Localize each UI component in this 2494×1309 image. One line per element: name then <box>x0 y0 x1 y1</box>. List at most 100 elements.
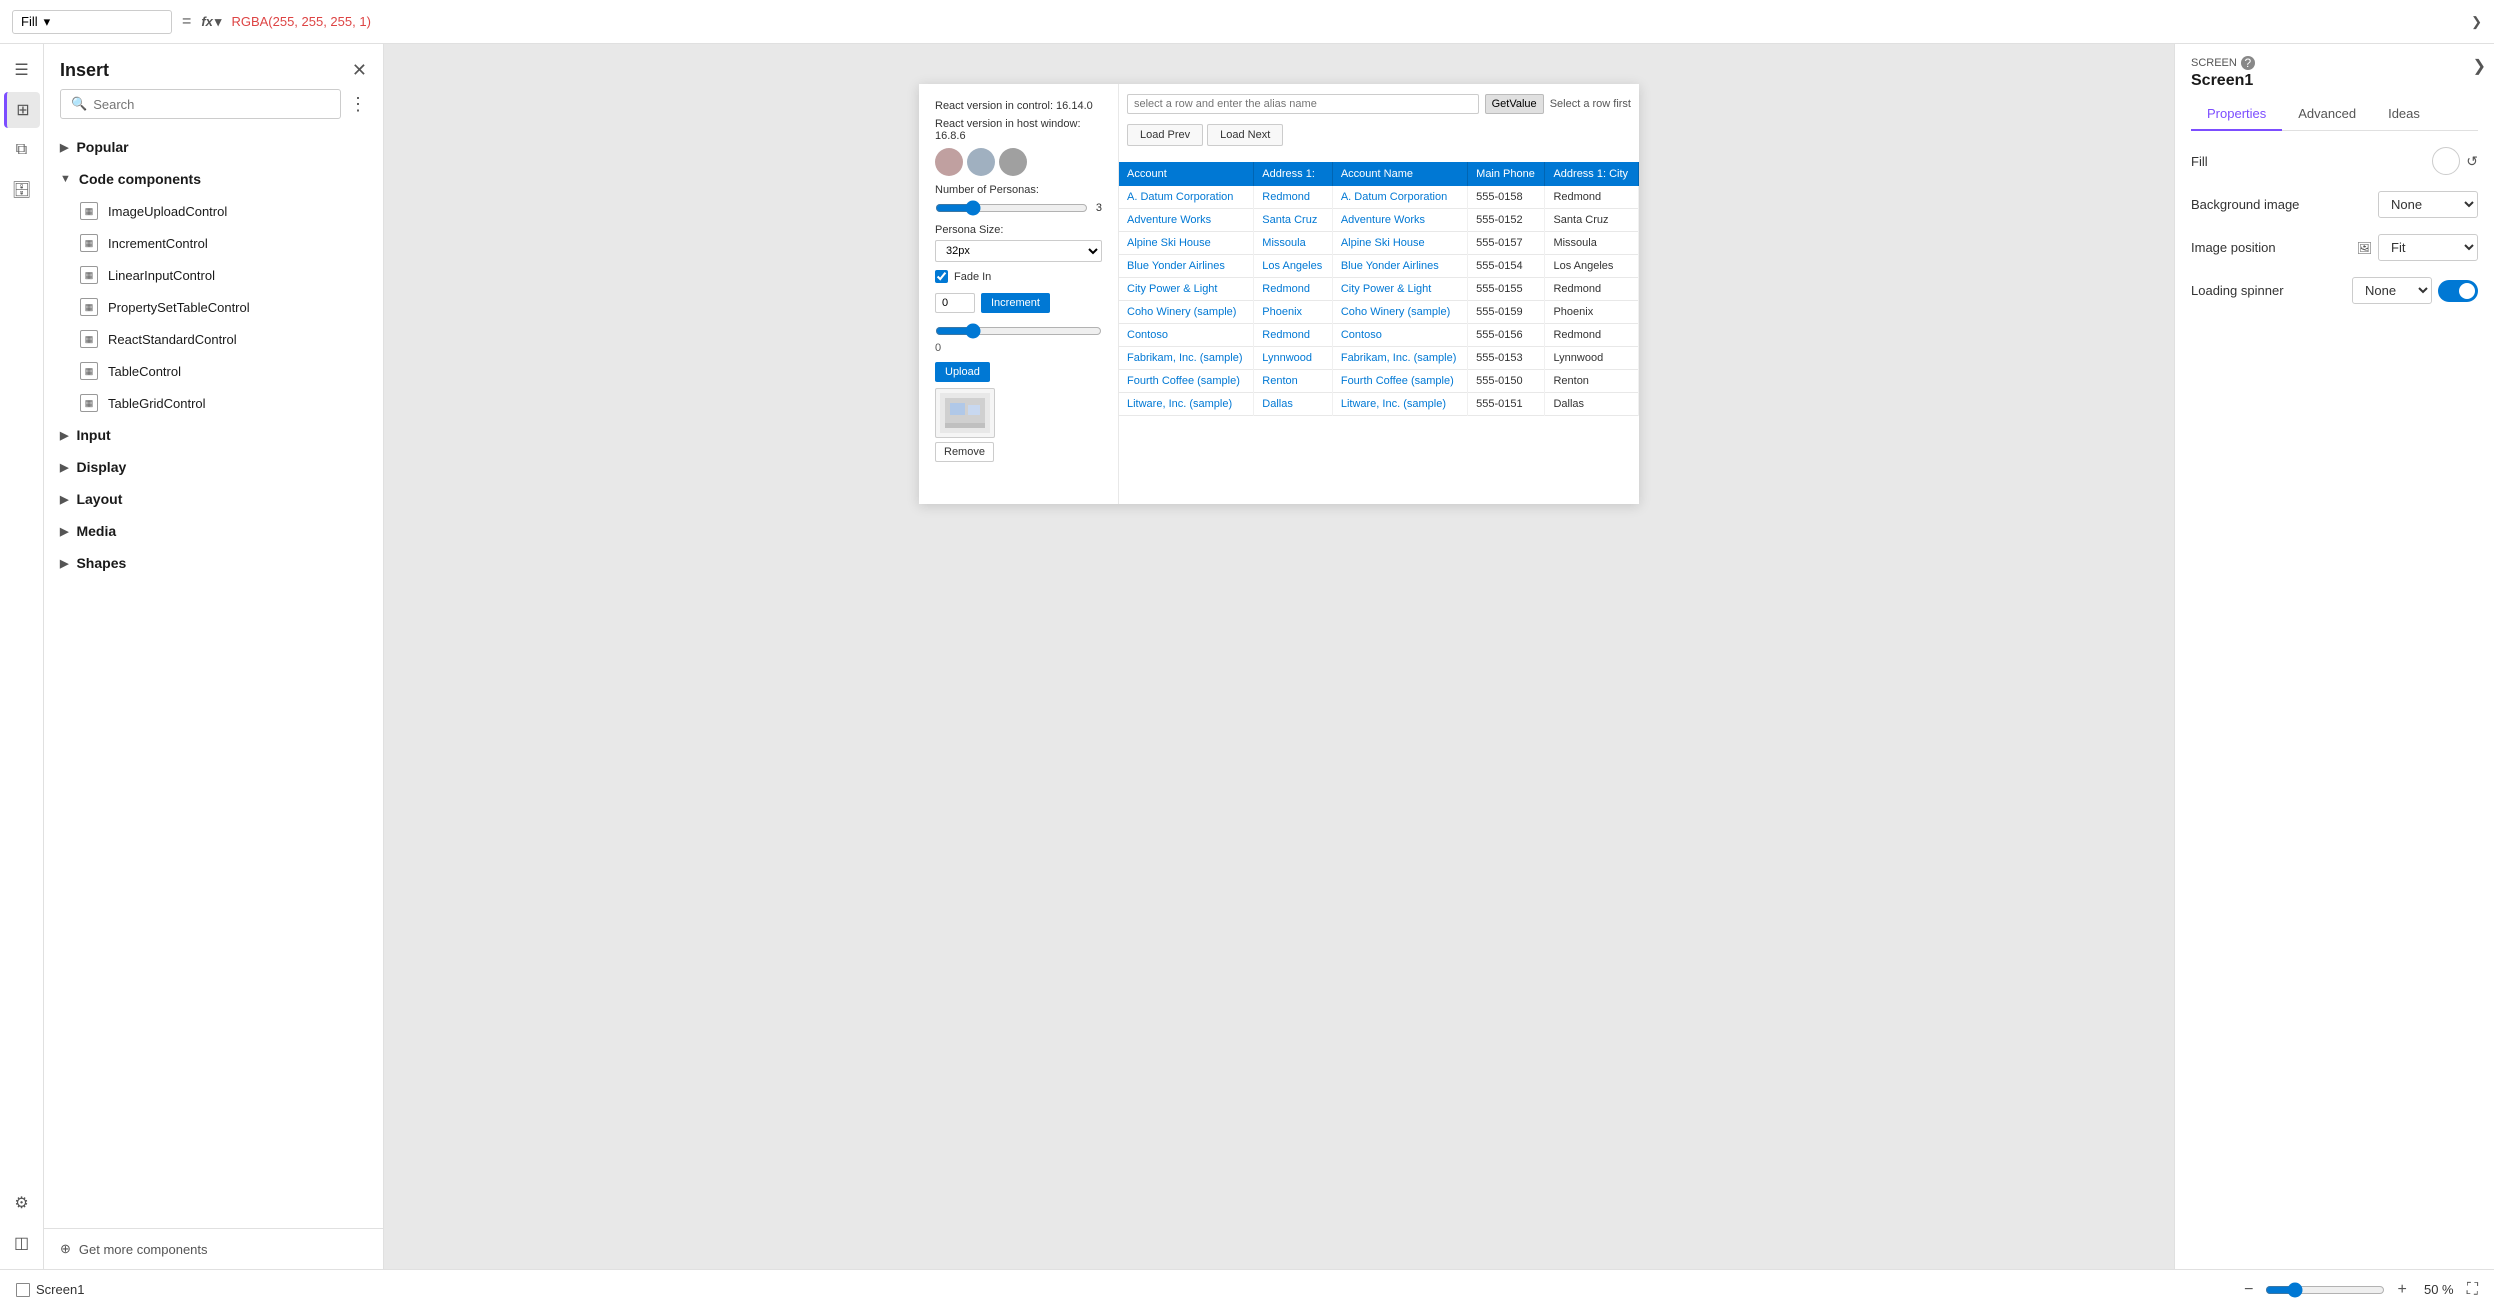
table-row[interactable]: Coho Winery (sample) Phoenix Coho Winery… <box>1119 301 1639 324</box>
category-input[interactable]: ▶ Input <box>44 419 383 451</box>
category-display[interactable]: ▶ Display <box>44 451 383 483</box>
table-row[interactable]: Contoso Redmond Contoso 555-0156 Redmond <box>1119 324 1639 347</box>
category-code-components[interactable]: ▼ Code components <box>44 163 383 195</box>
alias-input[interactable] <box>1127 94 1479 114</box>
zoom-minus-button[interactable]: − <box>2240 1279 2257 1301</box>
cell-address1: Phoenix <box>1254 301 1333 324</box>
component-increment[interactable]: ▦ IncrementControl <box>44 227 383 259</box>
table-row[interactable]: Fourth Coffee (sample) Renton Fourth Cof… <box>1119 370 1639 393</box>
component-linear-input-label: LinearInputControl <box>108 268 215 283</box>
topbar-chevron-icon[interactable]: ❯ <box>2471 14 2482 30</box>
sidebar-components-icon[interactable]: ◫ <box>4 1225 40 1261</box>
formula-input[interactable] <box>231 14 2461 29</box>
fill-color-swatch[interactable] <box>2432 147 2460 175</box>
get-more-components[interactable]: ⊕ Get more components <box>44 1228 383 1269</box>
tab-properties[interactable]: Properties <box>2191 98 2282 131</box>
cell-city: Renton <box>1545 370 1639 393</box>
tab-advanced[interactable]: Advanced <box>2282 98 2372 131</box>
slider-zero-label: 0 <box>935 342 1102 354</box>
table-row[interactable]: Litware, Inc. (sample) Dallas Litware, I… <box>1119 393 1639 416</box>
persona-slider[interactable] <box>935 200 1088 216</box>
increment-input[interactable] <box>935 293 975 313</box>
component-linear-input[interactable]: ▦ LinearInputControl <box>44 259 383 291</box>
insert-close-button[interactable]: ✕ <box>352 60 367 81</box>
linear-slider-section: 0 <box>935 323 1102 354</box>
fade-in-checkbox[interactable] <box>935 270 948 283</box>
cell-account-name: Adventure Works <box>1332 209 1467 232</box>
table-row[interactable]: Adventure Works Santa Cruz Adventure Wor… <box>1119 209 1639 232</box>
cell-account: Fourth Coffee (sample) <box>1119 370 1254 393</box>
upload-button[interactable]: Upload <box>935 362 990 382</box>
more-options-button[interactable]: ⋮ <box>349 94 367 115</box>
loading-spinner-label: Loading spinner <box>2191 283 2284 298</box>
table-row[interactable]: Blue Yonder Airlines Los Angeles Blue Yo… <box>1119 255 1639 278</box>
remove-button[interactable]: Remove <box>935 442 994 462</box>
component-table-grid-label: TableGridControl <box>108 396 206 411</box>
fill-dropdown[interactable]: Fill ▾ <box>12 10 172 34</box>
fill-reset-icon[interactable]: ↺ <box>2466 153 2478 170</box>
search-input[interactable] <box>93 97 330 112</box>
panel-content: ▶ Popular ▼ Code components ▦ ImageUploa… <box>44 127 383 1228</box>
cell-phone: 555-0152 <box>1468 209 1545 232</box>
avatars-row <box>935 148 1102 176</box>
category-popular[interactable]: ▶ Popular <box>44 131 383 163</box>
linear-slider[interactable] <box>935 323 1102 339</box>
spinner-select[interactable]: None <box>2352 277 2432 304</box>
table-row[interactable]: Fabrikam, Inc. (sample) Lynnwood Fabrika… <box>1119 347 1639 370</box>
image-position-icon: 🖼 <box>2357 241 2372 255</box>
table-container: Account Address 1: Account Name Main Pho… <box>1119 162 1639 416</box>
component-table-grid[interactable]: ▦ TableGridControl <box>44 387 383 419</box>
fx-button[interactable]: fx ▾ <box>201 14 221 30</box>
load-next-button[interactable]: Load Next <box>1207 124 1283 146</box>
component-table[interactable]: ▦ TableControl <box>44 355 383 387</box>
search-box: 🔍 <box>60 89 341 119</box>
increment-button[interactable]: Increment <box>981 293 1050 313</box>
table-row[interactable]: City Power & Light Redmond City Power & … <box>1119 278 1639 301</box>
table-header-row: Account Address 1: Account Name Main Pho… <box>1119 162 1639 186</box>
persona-slider-row: 3 <box>935 200 1102 216</box>
cell-city: Santa Cruz <box>1545 209 1639 232</box>
layout-arrow-icon: ▶ <box>60 493 68 506</box>
sidebar-variables-icon[interactable]: ⚙ <box>4 1185 40 1221</box>
data-table: Account Address 1: Account Name Main Pho… <box>1119 162 1639 416</box>
number-of-personas-label: Number of Personas: <box>935 184 1102 196</box>
fill-prop-label: Fill <box>2191 154 2208 169</box>
persona-size-select[interactable]: 32px 24px 48px <box>935 240 1102 262</box>
category-shapes[interactable]: ▶ Shapes <box>44 547 383 579</box>
zoom-plus-button[interactable]: + <box>2393 1279 2410 1301</box>
get-value-button[interactable]: GetValue <box>1485 94 1544 114</box>
screen-label-text: SCREEN <box>2191 57 2237 69</box>
component-property-set-table[interactable]: ▦ PropertySetTableControl <box>44 291 383 323</box>
fx-label: fx <box>201 14 213 29</box>
cell-address1: Redmond <box>1254 278 1333 301</box>
sidebar-insert-icon[interactable]: ⊞ <box>4 92 40 128</box>
cell-address1: Dallas <box>1254 393 1333 416</box>
popular-arrow-icon: ▶ <box>60 141 68 154</box>
table-row[interactable]: Alpine Ski House Missoula Alpine Ski Hou… <box>1119 232 1639 255</box>
fullscreen-button[interactable]: ⛶ <box>2467 1281 2478 1299</box>
sidebar-layers-icon[interactable]: ⧉ <box>4 132 40 168</box>
category-media[interactable]: ▶ Media <box>44 515 383 547</box>
tab-ideas[interactable]: Ideas <box>2372 98 2436 131</box>
sidebar-hamburger-icon[interactable]: ☰ <box>4 52 40 88</box>
load-prev-button[interactable]: Load Prev <box>1127 124 1203 146</box>
spinner-toggle[interactable] <box>2438 280 2478 302</box>
props-panel-chevron-icon[interactable]: ❯ <box>2473 56 2486 76</box>
fill-value-row: ↺ <box>2432 147 2478 175</box>
category-layout[interactable]: ▶ Layout <box>44 483 383 515</box>
code-components-arrow-icon: ▼ <box>60 173 71 185</box>
sidebar-data-icon[interactable]: 🗄 <box>4 172 40 208</box>
component-icon: ▦ <box>80 330 98 348</box>
component-react-standard[interactable]: ▦ ReactStandardControl <box>44 323 383 355</box>
image-position-select[interactable]: Fit Fill Stretch <box>2378 234 2478 261</box>
component-property-set-table-label: PropertySetTableControl <box>108 300 250 315</box>
table-row[interactable]: A. Datum Corporation Redmond A. Datum Co… <box>1119 186 1639 209</box>
persona-size-label: Persona Size: <box>935 224 1102 236</box>
canvas-area: React version in control: 16.14.0 React … <box>384 44 2174 1269</box>
fx-chevron-icon: ▾ <box>215 14 222 30</box>
background-image-select[interactable]: None <box>2378 191 2478 218</box>
cell-address1: Los Angeles <box>1254 255 1333 278</box>
cell-phone: 555-0157 <box>1468 232 1545 255</box>
component-image-upload[interactable]: ▦ ImageUploadControl <box>44 195 383 227</box>
zoom-slider[interactable] <box>2265 1282 2385 1298</box>
